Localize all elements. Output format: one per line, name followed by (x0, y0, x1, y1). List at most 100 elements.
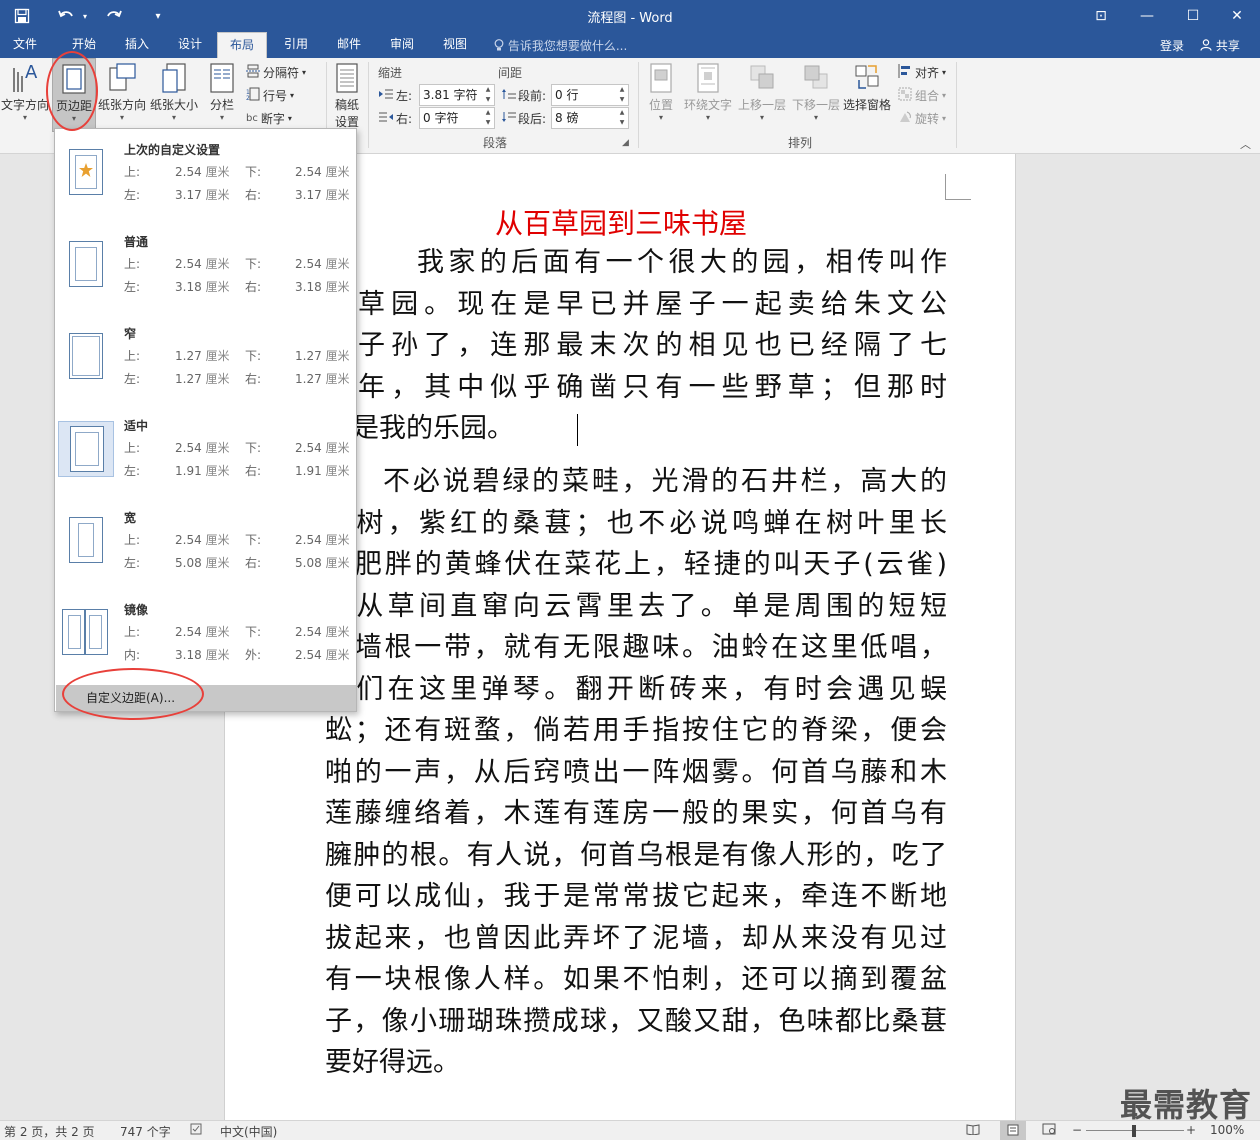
rotate-icon (898, 110, 912, 127)
selection-pane-button[interactable]: 选择窗格 (842, 58, 892, 128)
margin-option-wide[interactable]: 宽 上: 2.54 厘米 下: 2.54 厘米 左: 5.08 厘米 右: 5.… (57, 501, 355, 591)
text-line: 的子孙了，连那最末次的相见也已经隔了七 (325, 330, 947, 361)
chevron-down-icon: ▾ (658, 113, 663, 122)
text-line: 子，像小珊瑚珠攒成球，又酸又甜，色味都比桑葚 (325, 1005, 947, 1037)
tab-references[interactable]: 引用 (270, 32, 322, 58)
zoom-in-button[interactable]: + (1186, 1123, 1196, 1137)
zoom-slider-thumb[interactable] (1132, 1125, 1136, 1137)
undo-icon[interactable] (52, 0, 80, 32)
rotate-button[interactable]: 旋转 ▾ (898, 110, 946, 127)
margins-icon (59, 63, 89, 95)
paper-grid-icon (332, 62, 362, 94)
selection-pane-icon (852, 62, 882, 94)
customize-qat-icon[interactable]: ▾ (148, 0, 168, 32)
paragraph-1: 我家的后面有一个很大的园，相传叫作 百草园。现在是早已并屋子一起卖给朱文公 的子… (325, 242, 947, 450)
spacing-after-input[interactable]: 8 磅 ▲ ▼ (551, 107, 629, 129)
value-bottom: 2.54 厘米 (295, 441, 350, 455)
indent-right-input[interactable]: 0 字符 ▲ ▼ (419, 107, 495, 129)
group-objects-button[interactable]: 组合 ▾ (898, 87, 946, 104)
value-top: 2.54 厘米 (175, 165, 230, 179)
size-label: 纸张大小 (149, 98, 198, 112)
label-bottom: 下: (245, 533, 262, 547)
share-button[interactable]: 共享 (1200, 37, 1240, 54)
proofing-icon[interactable] (190, 1123, 204, 1138)
chevron-down-icon: ▾ (287, 114, 292, 123)
indent-left-input[interactable]: 3.81 字符 ▲ ▼ (419, 84, 495, 106)
signin-link[interactable]: 登录 (1160, 37, 1184, 54)
chevron-down-icon: ▾ (290, 91, 295, 100)
line-numbers-button[interactable]: 12 行号 ▾ (246, 87, 294, 104)
margin-option-narrow[interactable]: 窄 上: 1.27 厘米 下: 1.27 厘米 左: 1.27 厘米 右: 1.… (57, 317, 355, 407)
margin-option-last-custom[interactable]: 上次的自定义设置 上: 2.54 厘米 下: 2.54 厘米 左: 3.17 厘… (57, 133, 355, 223)
collapse-ribbon-icon[interactable]: ︿ (1240, 136, 1251, 152)
size-button[interactable]: 纸张大小 ▾ (148, 58, 200, 128)
breaks-button[interactable]: 分隔符 ▾ (246, 64, 306, 81)
undo-dropdown-icon[interactable]: ▾ (78, 0, 92, 32)
margins-button[interactable]: 页边距 ▾ (52, 58, 96, 132)
label-top: 上: (124, 349, 141, 363)
dialog-launcher-icon[interactable]: ◢ (622, 138, 629, 148)
minimize-button[interactable]: — (1124, 0, 1170, 32)
text-direction-icon: A (10, 62, 40, 94)
spinner-arrows-icon[interactable]: ▲ ▼ (482, 85, 494, 105)
spinner-arrows-icon[interactable]: ▲ ▼ (616, 108, 628, 128)
hyphenation-button[interactable]: bc 断字 ▾ (246, 110, 292, 127)
bring-forward-label: 上移一层 (737, 98, 786, 112)
value-top: 1.27 厘米 (175, 349, 230, 363)
margin-preview-icon (58, 421, 114, 477)
tell-me-box[interactable]: 告诉我您想要做什么... (494, 37, 627, 54)
tab-insert[interactable]: 插入 (112, 32, 162, 58)
tab-layout[interactable]: 布局 (217, 32, 267, 58)
zoom-out-button[interactable]: − (1072, 1123, 1082, 1137)
spacing-after-label: 段后: (502, 110, 546, 127)
margin-option-moderate[interactable]: 适中 上: 2.54 厘米 下: 2.54 厘米 左: 1.91 厘米 右: 1… (57, 409, 355, 499)
tab-design[interactable]: 设计 (164, 32, 216, 58)
margins-dropdown: 上次的自定义设置 上: 2.54 厘米 下: 2.54 厘米 左: 3.17 厘… (54, 128, 357, 712)
close-button[interactable]: ✕ (1214, 0, 1260, 32)
custom-margins-button[interactable]: 自定义边距(A)... (56, 685, 356, 711)
label-right: 右: (245, 188, 262, 202)
spacing-before-input[interactable]: 0 行 ▲ ▼ (551, 84, 629, 106)
tab-view[interactable]: 视图 (429, 32, 481, 58)
margin-option-mirrored[interactable]: 镜像 上: 2.54 厘米 下: 2.54 厘米 内: 3.18 厘米 外: 2… (57, 593, 355, 683)
zoom-level[interactable]: 100% (1210, 1123, 1244, 1137)
indent-left-icon (378, 88, 394, 103)
tab-home[interactable]: 开始 (58, 32, 110, 58)
spacing-after-icon (502, 111, 516, 126)
paper-settings-button[interactable]: 稿纸 设置 (330, 58, 364, 134)
tab-review[interactable]: 审阅 (376, 32, 428, 58)
align-button[interactable]: 对齐 ▾ (898, 64, 946, 81)
text-line: 有一块根像人样。如果不怕刺，还可以摘到覆盆 (325, 964, 947, 995)
print-layout-icon[interactable] (1000, 1121, 1026, 1140)
orientation-button[interactable]: 纸张方向 ▾ (98, 58, 146, 128)
text-direction-button[interactable]: A 文字方向 ▾ (0, 58, 50, 128)
rotate-label: 旋转 (915, 112, 940, 126)
label-left: 左: (124, 464, 141, 478)
margin-option-normal[interactable]: 普通 上: 2.54 厘米 下: 2.54 厘米 左: 3.18 厘米 右: 3… (57, 225, 355, 315)
spinner-arrows-icon[interactable]: ▲ ▼ (616, 85, 628, 105)
save-icon[interactable] (6, 0, 38, 32)
wrap-text-button[interactable]: 环绕文字 ▾ (682, 58, 734, 128)
label-top: 上: (124, 441, 141, 455)
redo-icon[interactable] (100, 0, 128, 32)
spacing-after-value: 8 磅 (555, 111, 579, 125)
spinner-arrows-icon[interactable]: ▲ ▼ (482, 108, 494, 128)
align-label: 对齐 (915, 66, 940, 80)
tab-file[interactable]: 文件 (0, 32, 50, 58)
web-layout-icon[interactable] (1042, 1123, 1056, 1138)
option-name: 窄 (124, 327, 137, 341)
position-button[interactable]: 位置 ▾ (642, 58, 680, 128)
word-count[interactable]: 747 个字 (120, 1123, 171, 1140)
send-backward-button[interactable]: 下移一层 ▾ (790, 58, 842, 128)
bring-forward-button[interactable]: 上移一层 ▾ (736, 58, 788, 128)
maximize-button[interactable]: ☐ (1170, 0, 1216, 32)
ribbon-display-options-icon[interactable]: ⊡ (1078, 0, 1124, 32)
language-indicator[interactable]: 中文(中国) (220, 1123, 277, 1140)
option-name: 镜像 (124, 603, 149, 617)
tab-mailings[interactable]: 邮件 (323, 32, 375, 58)
text-line: 拔起来，也曾因此弄坏了泥墙，却从来没有见过 (325, 922, 947, 954)
page-count[interactable]: 第 2 页，共 2 页 (4, 1123, 95, 1140)
read-mode-icon[interactable] (966, 1123, 980, 1138)
columns-button[interactable]: 分栏 ▾ (202, 58, 242, 128)
value-bottom: 1.27 厘米 (295, 349, 350, 363)
